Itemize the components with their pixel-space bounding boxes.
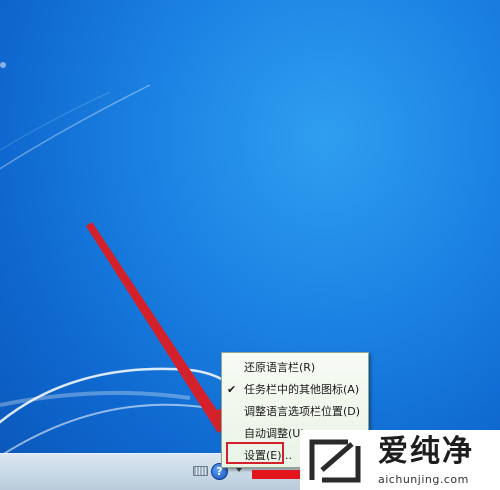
- menu-item-label: 还原语言栏(R): [244, 361, 316, 374]
- watermark: 爱纯净 aichunjing.com: [300, 430, 500, 490]
- keyboard-icon[interactable]: [193, 466, 208, 476]
- check-icon: ✔: [227, 383, 237, 396]
- menu-item-label: 任务栏中的其他图标(A): [244, 383, 360, 396]
- settings-highlight-box: [226, 442, 284, 464]
- menu-item-restore-language-bar[interactable]: 还原语言栏(R): [223, 357, 367, 379]
- desktop: ? 还原语言栏(R) ✔ 任务栏中的其他图标(A) 调整语言选项栏位置(D) 自…: [0, 0, 500, 490]
- watermark-url: aichunjing.com: [378, 473, 469, 486]
- menu-arrow-icon[interactable]: [236, 468, 242, 472]
- watermark-title: 爱纯净: [378, 434, 474, 469]
- watermark-logo-icon: [309, 439, 361, 483]
- menu-item-other-taskbar-icons[interactable]: ✔ 任务栏中的其他图标(A): [223, 379, 367, 401]
- menu-item-adjust-position[interactable]: 调整语言选项栏位置(D): [223, 401, 367, 423]
- menu-item-label: 调整语言选项栏位置(D): [244, 405, 361, 418]
